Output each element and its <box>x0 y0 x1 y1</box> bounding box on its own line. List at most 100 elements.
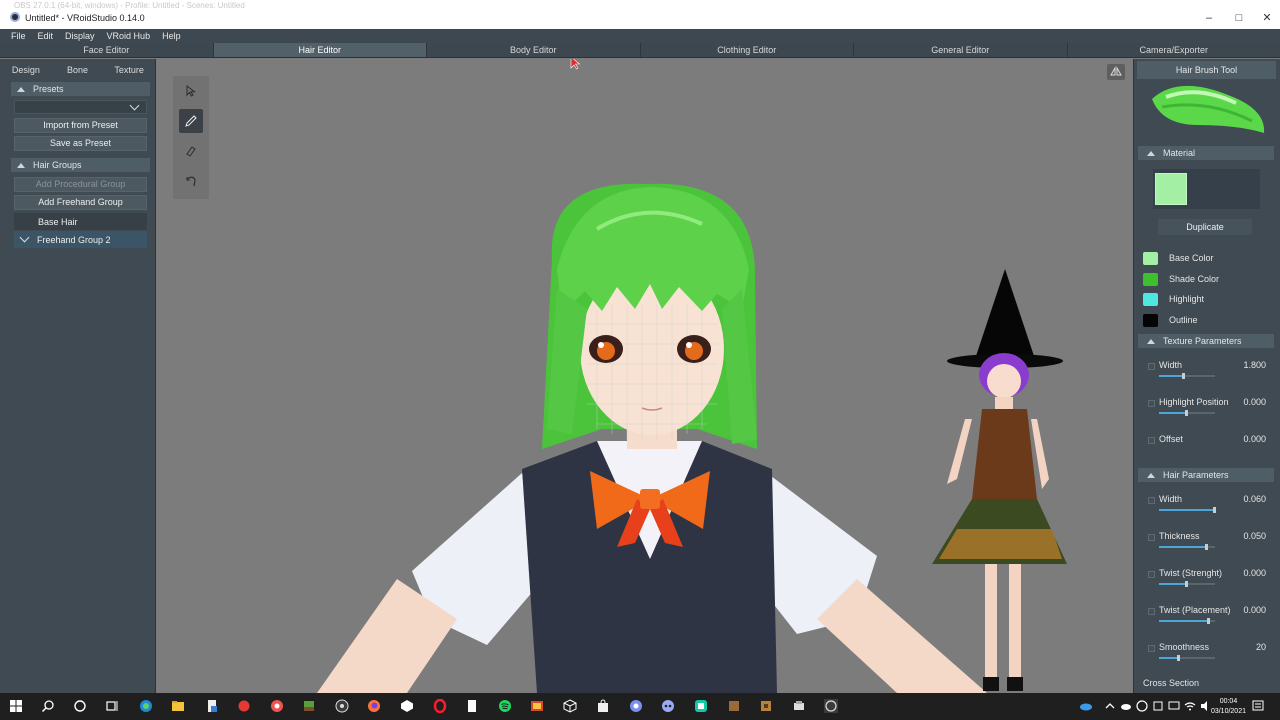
pinwheel-app-icon[interactable] <box>270 699 284 713</box>
menu-edit[interactable]: Edit <box>32 29 60 43</box>
highlight-color-swatch[interactable] <box>1143 292 1158 306</box>
3d-viewport[interactable] <box>157 59 1133 693</box>
base-color-swatch[interactable] <box>1143 251 1158 265</box>
chevron-down-icon[interactable] <box>19 232 30 243</box>
param-value[interactable]: 0.000 <box>1243 434 1266 444</box>
param-checkbox[interactable] <box>1148 497 1155 504</box>
shade-color-swatch[interactable] <box>1143 272 1158 286</box>
taskbar-clock[interactable]: 00:04 03/10/2021 <box>1211 697 1246 717</box>
param-value[interactable]: 0.060 <box>1243 494 1266 504</box>
param-value[interactable]: 0.000 <box>1243 605 1266 615</box>
minecraft-launcher-icon[interactable] <box>727 699 741 713</box>
highlight-color-row[interactable]: Highlight <box>1143 292 1204 306</box>
add-procedural-group-button[interactable]: Add Procedural Group <box>14 177 147 192</box>
param-value[interactable]: 0.050 <box>1243 531 1266 541</box>
3d-cube-icon[interactable] <box>563 699 577 713</box>
crafting-app-icon[interactable] <box>759 699 773 713</box>
menu-file[interactable]: File <box>0 29 32 43</box>
slider-knob[interactable] <box>1207 618 1211 624</box>
obs-icon[interactable] <box>335 699 349 713</box>
param-checkbox[interactable] <box>1148 363 1155 370</box>
save-as-preset-button[interactable]: Save as Preset <box>14 136 147 151</box>
windows-start-icon[interactable] <box>9 699 23 713</box>
menu-vroid-hub[interactable]: VRoid Hub <box>101 29 157 43</box>
firefox-icon[interactable] <box>367 699 381 713</box>
param-slider[interactable] <box>1159 544 1215 550</box>
param-checkbox[interactable] <box>1148 571 1155 578</box>
onedrive-icon[interactable] <box>1079 699 1093 713</box>
hair-group-freehand-2[interactable]: Freehand Group 2 <box>14 231 147 248</box>
hair-groups-header[interactable]: Hair Groups <box>11 158 150 172</box>
globe-app-icon[interactable] <box>629 699 643 713</box>
notification-icon[interactable] <box>1251 699 1265 713</box>
minecraft-icon[interactable] <box>302 699 316 713</box>
tab-bone[interactable]: Bone <box>52 60 104 80</box>
file-explorer-icon[interactable] <box>171 699 185 713</box>
close-button[interactable]: ✕ <box>1252 10 1280 26</box>
hair-group-base-hair[interactable]: Base Hair <box>14 213 147 230</box>
monitor-icon[interactable] <box>1167 699 1181 713</box>
slider-knob[interactable] <box>1176 655 1180 661</box>
param-checkbox[interactable] <box>1148 645 1155 652</box>
hair-parameters-header[interactable]: Hair Parameters <box>1138 468 1274 482</box>
tab-general-editor[interactable]: General Editor <box>854 43 1068 57</box>
tab-face-editor[interactable]: Face Editor <box>0 43 214 57</box>
import-from-preset-button[interactable]: Import from Preset <box>14 118 147 133</box>
cloud-icon[interactable] <box>1119 699 1133 713</box>
cortana-icon[interactable] <box>73 699 87 713</box>
edge-browser-icon[interactable] <box>139 699 153 713</box>
tab-clothing-editor[interactable]: Clothing Editor <box>641 43 854 57</box>
param-value[interactable]: 1.800 <box>1243 360 1266 370</box>
eraser-tool[interactable] <box>179 139 203 163</box>
select-tool[interactable] <box>179 79 203 103</box>
minimize-button[interactable]: – <box>1194 10 1224 26</box>
slider-knob[interactable] <box>1204 544 1208 550</box>
spotify-icon[interactable] <box>498 699 512 713</box>
store-icon[interactable] <box>596 699 610 713</box>
param-checkbox[interactable] <box>1148 534 1155 541</box>
shade-color-row[interactable]: Shade Color <box>1143 272 1219 286</box>
tab-hair-editor[interactable]: Hair Editor <box>213 43 427 57</box>
add-freehand-group-button[interactable]: Add Freehand Group <box>14 195 147 210</box>
cross-section-label[interactable]: Cross Section <box>1143 678 1199 688</box>
maximize-button[interactable]: □ <box>1224 10 1254 26</box>
preset-dropdown[interactable] <box>14 100 147 114</box>
presets-header[interactable]: Presets <box>11 82 150 96</box>
param-slider[interactable] <box>1159 373 1215 379</box>
param-value[interactable]: 20 <box>1256 642 1266 652</box>
vroid-studio-icon[interactable] <box>824 699 838 713</box>
material-header[interactable]: Material <box>1138 146 1274 160</box>
material-swatch[interactable] <box>1155 173 1187 205</box>
task-view-icon[interactable] <box>105 699 119 713</box>
tab-body-editor[interactable]: Body Editor <box>427 43 641 57</box>
param-checkbox[interactable] <box>1148 400 1155 407</box>
slider-knob[interactable] <box>1185 581 1188 587</box>
param-slider[interactable] <box>1159 410 1215 416</box>
tab-camera-exporter[interactable]: Camera/Exporter <box>1068 43 1280 57</box>
slider-knob[interactable] <box>1185 410 1188 416</box>
texture-parameters-header[interactable]: Texture Parameters <box>1138 334 1274 348</box>
outline-color-row[interactable]: Outline <box>1143 313 1198 327</box>
red-app-icon[interactable] <box>237 699 251 713</box>
param-checkbox[interactable] <box>1148 608 1155 615</box>
wifi-icon[interactable] <box>1183 699 1197 713</box>
tab-texture[interactable]: Texture <box>103 60 155 80</box>
document-app-icon[interactable] <box>205 699 219 713</box>
slider-knob[interactable] <box>1213 507 1216 513</box>
param-slider[interactable] <box>1159 655 1215 661</box>
param-value[interactable]: 0.000 <box>1243 397 1266 407</box>
param-slider[interactable] <box>1159 618 1215 624</box>
base-color-row[interactable]: Base Color <box>1143 251 1214 265</box>
menu-help[interactable]: Help <box>156 29 187 43</box>
param-checkbox[interactable] <box>1148 437 1155 444</box>
outline-color-swatch[interactable] <box>1143 313 1158 327</box>
param-value[interactable]: 0.000 <box>1243 568 1266 578</box>
green-chat-icon[interactable] <box>694 699 708 713</box>
mirror-toggle-button[interactable] <box>1107 64 1125 80</box>
pen-tool[interactable] <box>179 109 203 133</box>
menu-display[interactable]: Display <box>59 29 101 43</box>
duplicate-button[interactable]: Duplicate <box>1158 219 1252 235</box>
search-icon[interactable] <box>41 699 55 713</box>
chevron-up-icon[interactable] <box>1103 699 1117 713</box>
undo-tool[interactable] <box>179 169 203 193</box>
